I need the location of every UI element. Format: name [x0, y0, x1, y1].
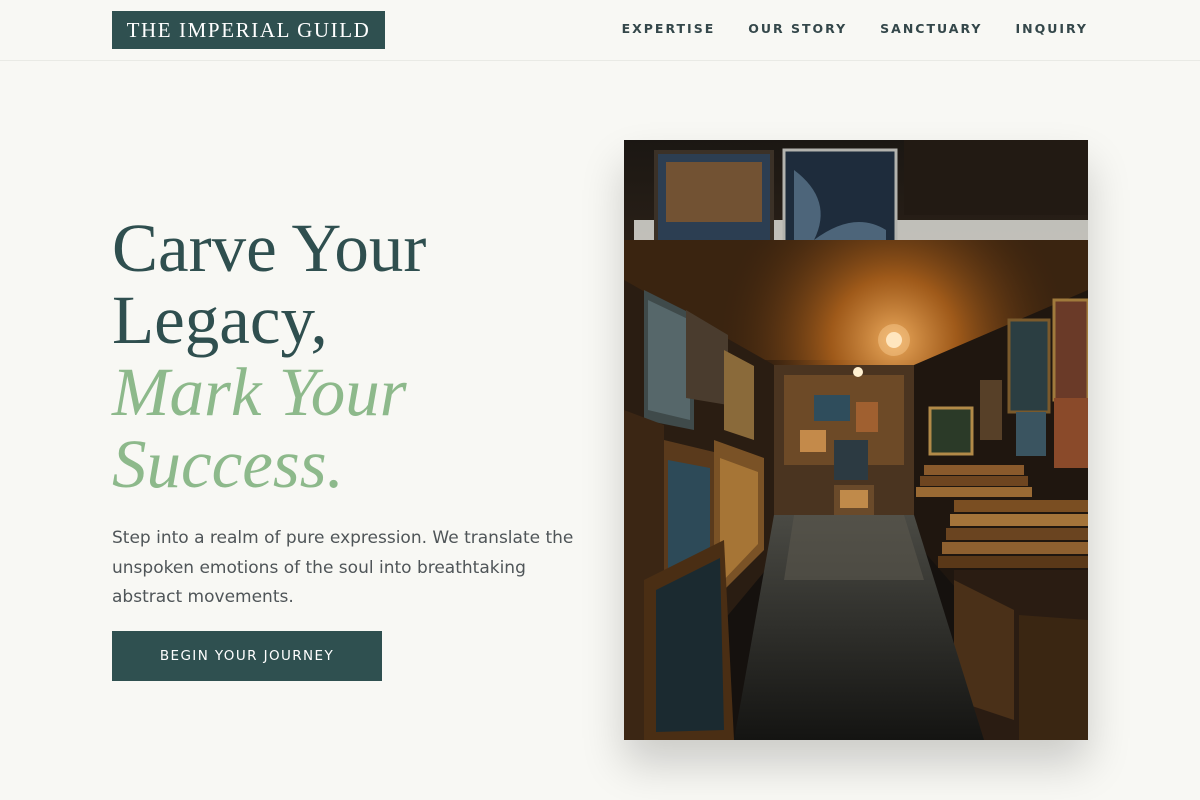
- brand-logo[interactable]: THE IMPERIAL GUILD: [112, 11, 385, 49]
- site-header: THE IMPERIAL GUILD EXPERTISE OUR STORY S…: [0, 0, 1200, 61]
- headline-line-1: Carve Your: [112, 210, 427, 286]
- headline-line-3: Mark Your: [112, 354, 407, 430]
- begin-journey-button[interactable]: BEGIN YOUR JOURNEY: [112, 631, 382, 681]
- hero-headline: Carve Your Legacy, Mark Your Success.: [112, 212, 592, 500]
- nav-link-sanctuary[interactable]: SANCTUARY: [880, 21, 982, 36]
- hero-intro-text: Step into a realm of pure expression. We…: [112, 528, 574, 607]
- headline-line-4: Success.: [112, 426, 344, 502]
- nav-link-inquiry[interactable]: INQUIRY: [1015, 21, 1088, 36]
- nav-link-expertise[interactable]: EXPERTISE: [622, 21, 716, 36]
- headline-line-2: Legacy,: [112, 282, 328, 358]
- nav-link-our-story[interactable]: OUR STORY: [748, 21, 847, 36]
- main-nav: EXPERTISE OUR STORY SANCTUARY INQUIRY: [622, 20, 1088, 36]
- hero-gallery-image: [624, 140, 1088, 740]
